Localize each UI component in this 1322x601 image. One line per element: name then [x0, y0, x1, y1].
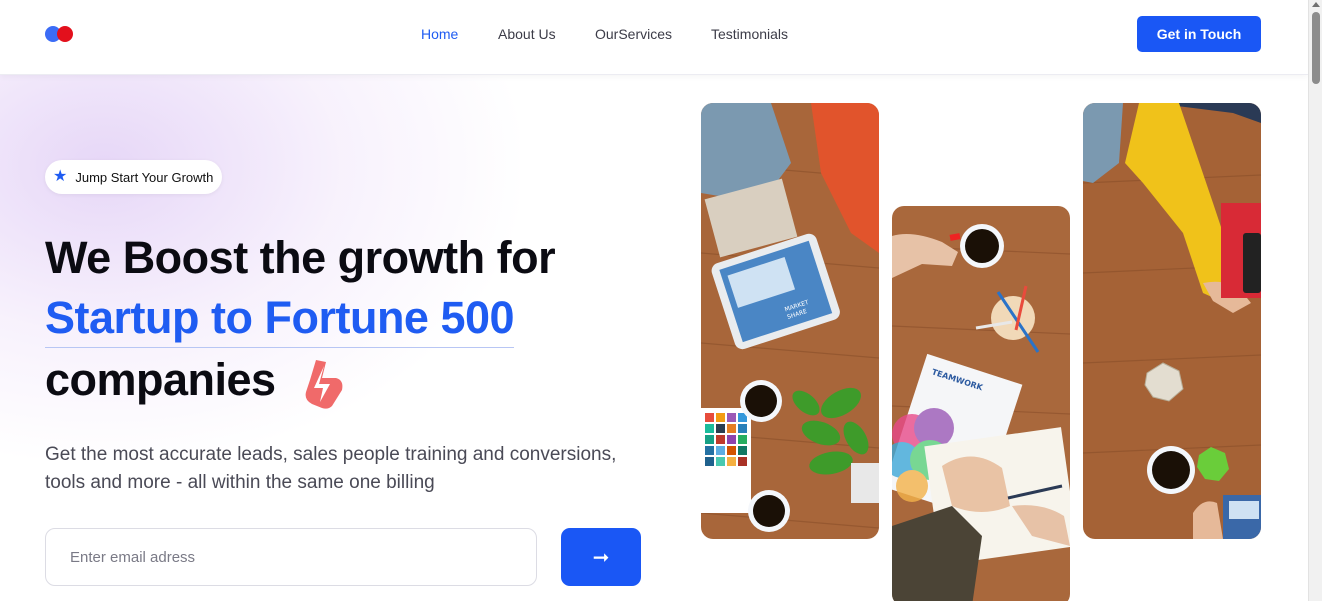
- get-in-touch-button[interactable]: Get in Touch: [1137, 16, 1261, 52]
- landing-page: Home About Us OurServices Testimonials G…: [0, 0, 1308, 601]
- vertical-scrollbar[interactable]: [1308, 0, 1322, 601]
- email-input[interactable]: [45, 528, 537, 586]
- headline-line-2: Startup to Fortune 500: [45, 292, 515, 348]
- submit-email-button[interactable]: ➞: [561, 528, 641, 586]
- photo-panel-desk-yellow: [1083, 103, 1261, 539]
- scrollbar-thumb[interactable]: [1312, 12, 1320, 84]
- hero-subtitle: Get the most accurate leads, sales peopl…: [45, 444, 617, 493]
- arrow-right-icon: ➞: [592, 545, 610, 569]
- lightning-bolt-icon: [305, 360, 343, 409]
- logo-red-dot: [57, 26, 73, 42]
- growth-badge: ★ Jump Start Your Growth: [45, 160, 223, 194]
- headline-line-1: We Boost the growth for: [45, 232, 556, 283]
- brand-logo[interactable]: [45, 26, 75, 42]
- photo-panel-teamwork: TEAMWORK: [892, 206, 1070, 601]
- star-icon: ★: [53, 168, 68, 185]
- photo-panel-desk-tablet: MARKET SHARE: [701, 103, 879, 539]
- scroll-up-arrow-icon[interactable]: [1312, 2, 1320, 7]
- nav-home[interactable]: Home: [421, 26, 458, 42]
- badge-label: Jump Start Your Growth: [75, 169, 214, 185]
- headline-line-3: companies: [45, 354, 276, 405]
- site-header: Home About Us OurServices Testimonials G…: [0, 0, 1308, 75]
- nav-testimonials[interactable]: Testimonials: [711, 26, 788, 42]
- nav-about-us[interactable]: About Us: [498, 26, 556, 42]
- nav-our-services[interactable]: OurServices: [595, 26, 672, 42]
